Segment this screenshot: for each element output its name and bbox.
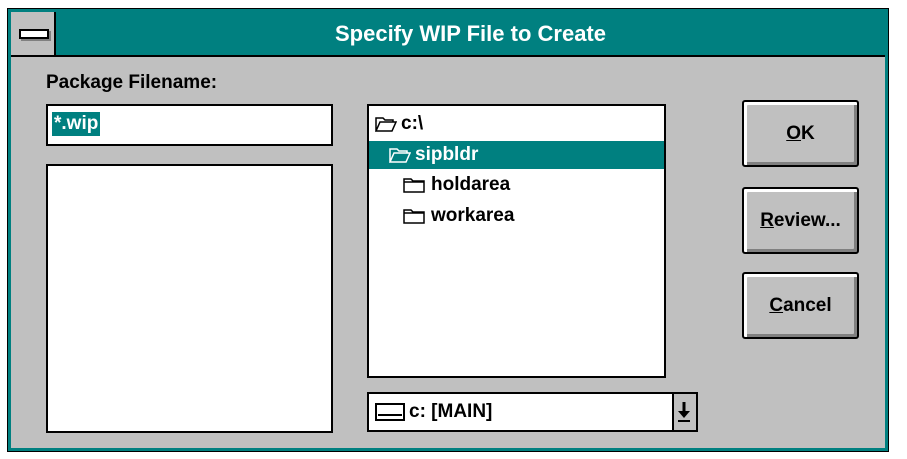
directory-label: workarea	[431, 205, 515, 226]
dialog-title: Specify WIP File to Create	[334, 21, 606, 46]
directory-item-root[interactable]: c:\	[369, 110, 664, 138]
directory-label: sipbldr	[415, 144, 479, 165]
title-bar[interactable]: Specify WIP File to Create	[11, 12, 885, 57]
drive-dropdown-button[interactable]	[672, 394, 696, 430]
system-menu-button[interactable]	[11, 12, 56, 55]
file-list[interactable]	[46, 164, 333, 433]
ok-mnemonic: O	[786, 123, 802, 144]
directory-list[interactable]: c:\ sipbldr holdarea workarea	[367, 104, 666, 378]
drive-select[interactable]: c: [MAIN]	[367, 392, 698, 432]
directory-label: holdarea	[431, 174, 511, 195]
cancel-mnemonic: C	[769, 295, 784, 316]
package-filename-label: Package Filename:	[46, 72, 218, 93]
directory-item-holdarea[interactable]: holdarea	[369, 171, 664, 199]
open-folder-icon	[389, 148, 411, 163]
review-label: eview...	[773, 210, 841, 231]
directory-item-sipbldr[interactable]: sipbldr	[369, 141, 664, 169]
system-menu-icon	[19, 29, 49, 39]
ok-label: K	[801, 123, 815, 144]
drive-icon	[375, 403, 405, 421]
arrow-down-icon	[678, 402, 690, 422]
dialog-window: Specify WIP File to Create Package Filen…	[7, 8, 889, 452]
directory-label: c:\	[401, 113, 424, 134]
open-folder-icon	[375, 117, 397, 132]
review-mnemonic: R	[760, 210, 774, 231]
cancel-button[interactable]: Cancel	[742, 272, 859, 339]
directory-item-workarea[interactable]: workarea	[369, 202, 664, 230]
folder-icon	[403, 178, 425, 193]
folder-icon	[403, 209, 425, 224]
review-button[interactable]: Review...	[742, 187, 859, 254]
drive-value: c: [MAIN]	[409, 401, 493, 422]
ok-button[interactable]: OK	[742, 100, 859, 167]
cancel-label: ancel	[783, 295, 832, 316]
package-filename-input[interactable]: *.wip	[46, 104, 333, 146]
filename-value: *.wip	[52, 112, 101, 136]
